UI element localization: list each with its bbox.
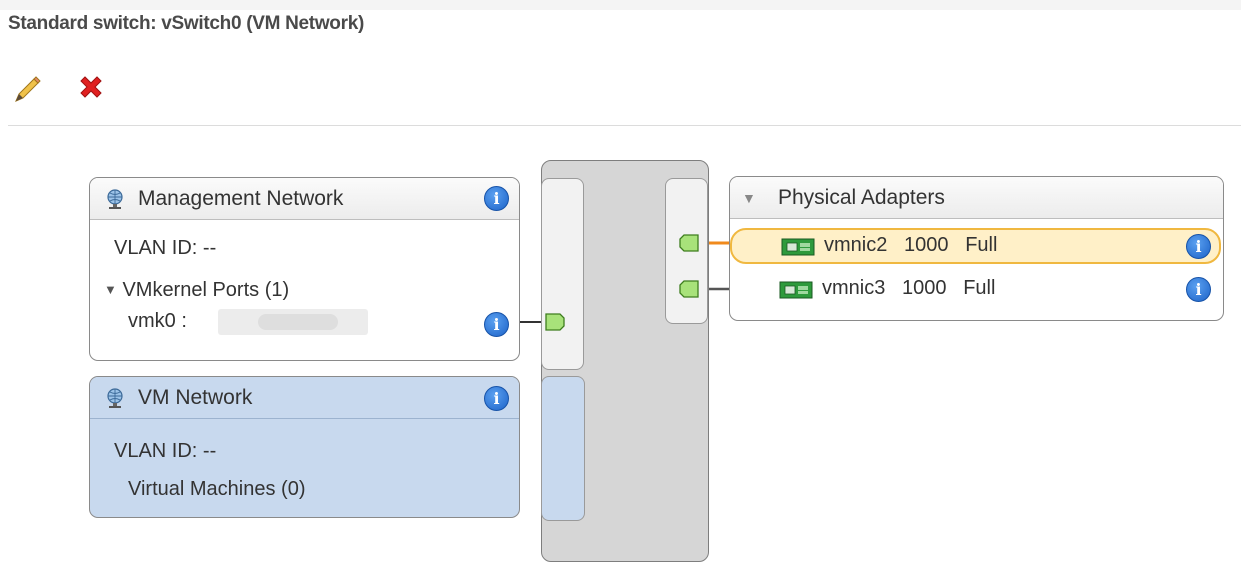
network-globe-icon bbox=[107, 189, 123, 209]
vm-network-info-icon[interactable]: i bbox=[484, 386, 509, 411]
physical-adapters-header[interactable]: ▼ Physical Adapters bbox=[730, 177, 1223, 219]
vmk0-label: vmk0 : bbox=[128, 310, 187, 332]
page-title: Standard switch: vSwitch0 (VM Network) bbox=[8, 13, 364, 34]
adapter-row-vmnic2[interactable]: vmnic2 1000 Full i bbox=[730, 228, 1221, 264]
vmnic3-name: vmnic3 1000 Full bbox=[822, 277, 996, 299]
vmk0-info-icon[interactable]: i bbox=[484, 312, 509, 337]
vmnic2-name: vmnic2 1000 Full bbox=[824, 234, 998, 256]
vmk0-port-icon[interactable] bbox=[545, 313, 565, 331]
vmk0-address-redacted bbox=[218, 309, 368, 335]
adapter-row-vmnic3[interactable]: vmnic3 1000 Full i bbox=[730, 273, 1221, 309]
collapse-triangle-icon: ▼ bbox=[742, 190, 756, 206]
expand-triangle-icon: ▼ bbox=[104, 282, 117, 297]
management-vlan-id: VLAN ID: -- bbox=[114, 237, 217, 259]
vmnic2-info-icon[interactable]: i bbox=[1186, 234, 1211, 259]
vmnic2-uplink-port-icon[interactable] bbox=[679, 234, 699, 252]
management-network-portgroup[interactable]: Management Network i VLAN ID: -- ▼ VMker… bbox=[89, 177, 520, 361]
switch-portgroup-column-management bbox=[541, 178, 584, 370]
management-network-info-icon[interactable]: i bbox=[484, 186, 509, 211]
remove-button[interactable] bbox=[74, 72, 108, 106]
vm-network-header: VM Network i bbox=[90, 377, 519, 419]
vmnic3-uplink-port-icon[interactable] bbox=[679, 280, 699, 298]
red-x-icon bbox=[80, 76, 102, 98]
management-network-name: Management Network bbox=[138, 187, 344, 210]
physical-adapters-title: Physical Adapters bbox=[778, 186, 945, 209]
toolbar-divider bbox=[8, 125, 1241, 126]
top-strip bbox=[0, 0, 1241, 10]
vm-network-name: VM Network bbox=[138, 386, 253, 409]
network-globe-icon bbox=[107, 388, 123, 408]
network-adapter-icon bbox=[779, 281, 813, 299]
network-adapter-icon bbox=[781, 238, 815, 256]
physical-adapters-panel: ▼ Physical Adapters vmnic2 1000 Full i v… bbox=[729, 176, 1224, 321]
virtual-machines-label: Virtual Machines (0) bbox=[128, 478, 306, 500]
management-network-header: Management Network i bbox=[90, 178, 519, 220]
vm-network-portgroup[interactable]: VM Network i VLAN ID: -- Virtual Machine… bbox=[89, 376, 520, 518]
vmkernel-ports-label: VMkernel Ports (1) bbox=[122, 279, 290, 301]
vmnic3-info-icon[interactable]: i bbox=[1186, 277, 1211, 302]
edit-button[interactable] bbox=[10, 72, 44, 106]
vmkernel-ports-toggle[interactable]: ▼ VMkernel Ports (1) bbox=[104, 279, 289, 302]
pencil-icon bbox=[15, 76, 41, 102]
switch-portgroup-column-vm-network bbox=[541, 376, 585, 521]
vm-network-vlan-id: VLAN ID: -- bbox=[114, 440, 217, 462]
